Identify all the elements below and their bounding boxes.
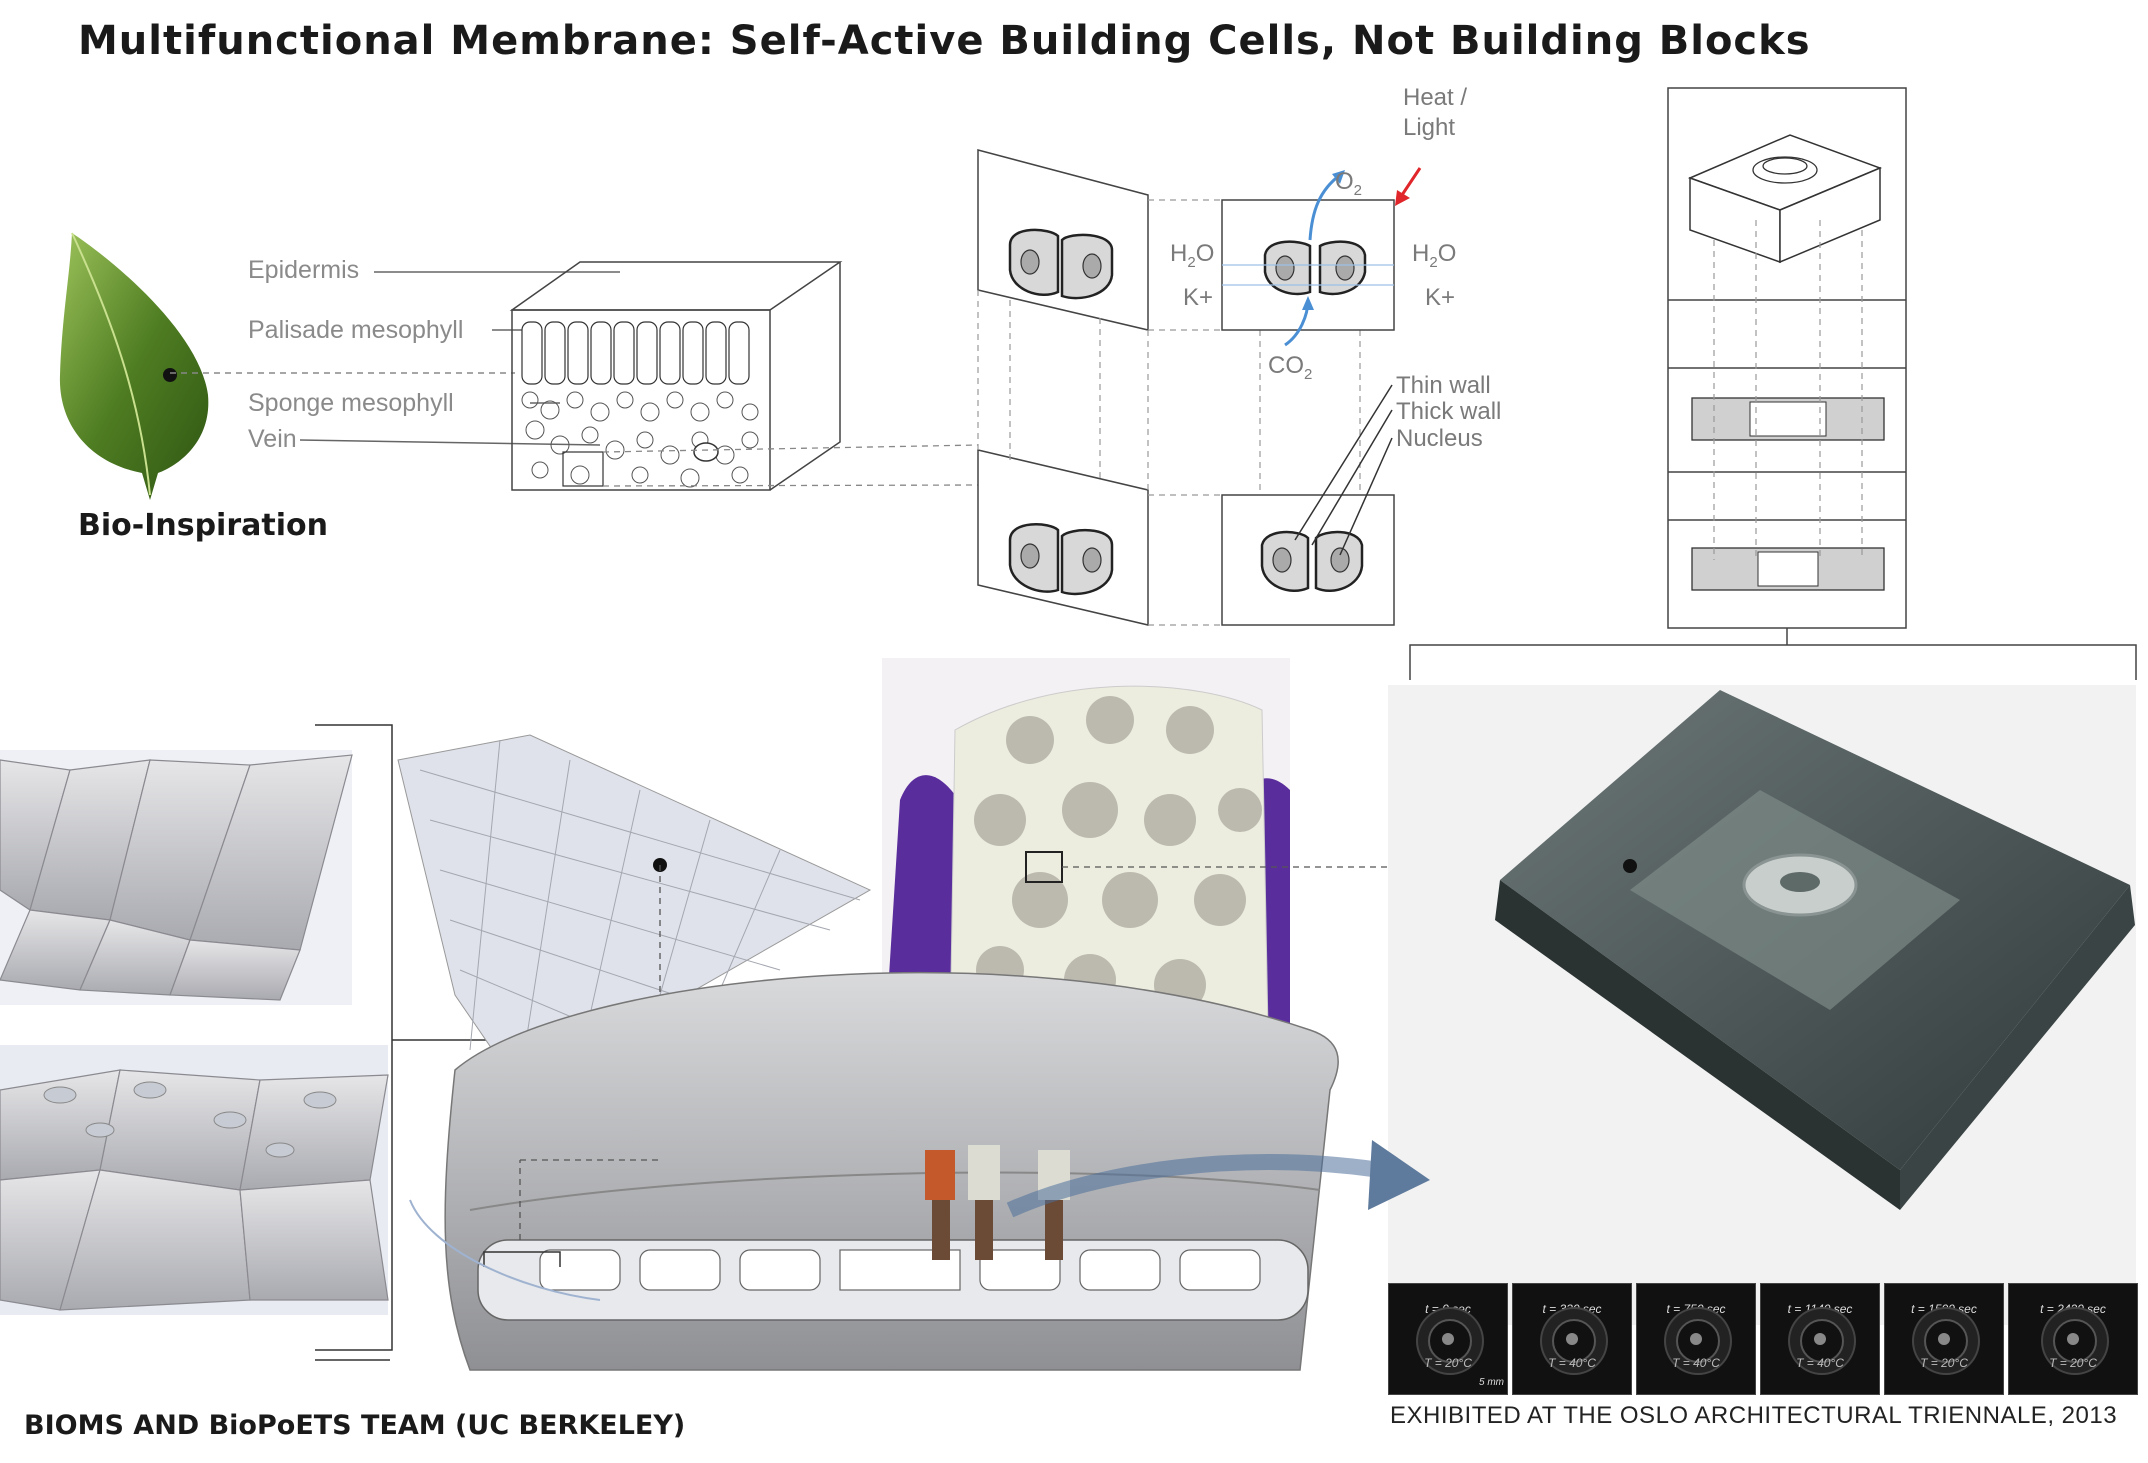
timelapse-frame-2: t = 330 sec T = 40°C: [1512, 1283, 1632, 1395]
k-left-label: K+: [1183, 284, 1214, 311]
h2o-right-label: H2O: [1412, 240, 1457, 271]
o2-label: O2: [1335, 168, 1363, 199]
timelapse-frame-3: t = 750 sec T = 40°C: [1636, 1283, 1756, 1395]
timelapse-frame-5: t = 1500 sec T = 20°C: [1884, 1283, 2004, 1395]
h2o-left-label: H2O: [1170, 240, 1215, 271]
team-credit: BIOMS AND BioPoETS TEAM (UC BERKELEY): [24, 1410, 686, 1441]
timelapse-frame-1: t = 0 sec T = 20°C 5 mm: [1388, 1283, 1508, 1395]
thin-wall-label: Thin wall: [1396, 372, 1491, 399]
exhibition-caption: EXHIBITED AT THE OSLO ARCHITECTURAL TRIE…: [1390, 1402, 2118, 1429]
heat-light-label-1: Heat /: [1403, 84, 1468, 111]
timelapse-frame-6: t = 2420 sec T = 20°C: [2008, 1283, 2138, 1395]
heat-light-label-2: Light: [1403, 114, 1456, 141]
nucleus-label: Nucleus: [1396, 425, 1483, 452]
thick-wall-label: Thick wall: [1396, 398, 1502, 425]
leaf-cross-section-diagram: [170, 87, 2137, 680]
co2-label: CO2: [1268, 352, 1313, 383]
timelapse-frame-4: t = 1140 sec T = 40°C: [1760, 1283, 1880, 1395]
k-right-label: K+: [1425, 284, 1456, 311]
